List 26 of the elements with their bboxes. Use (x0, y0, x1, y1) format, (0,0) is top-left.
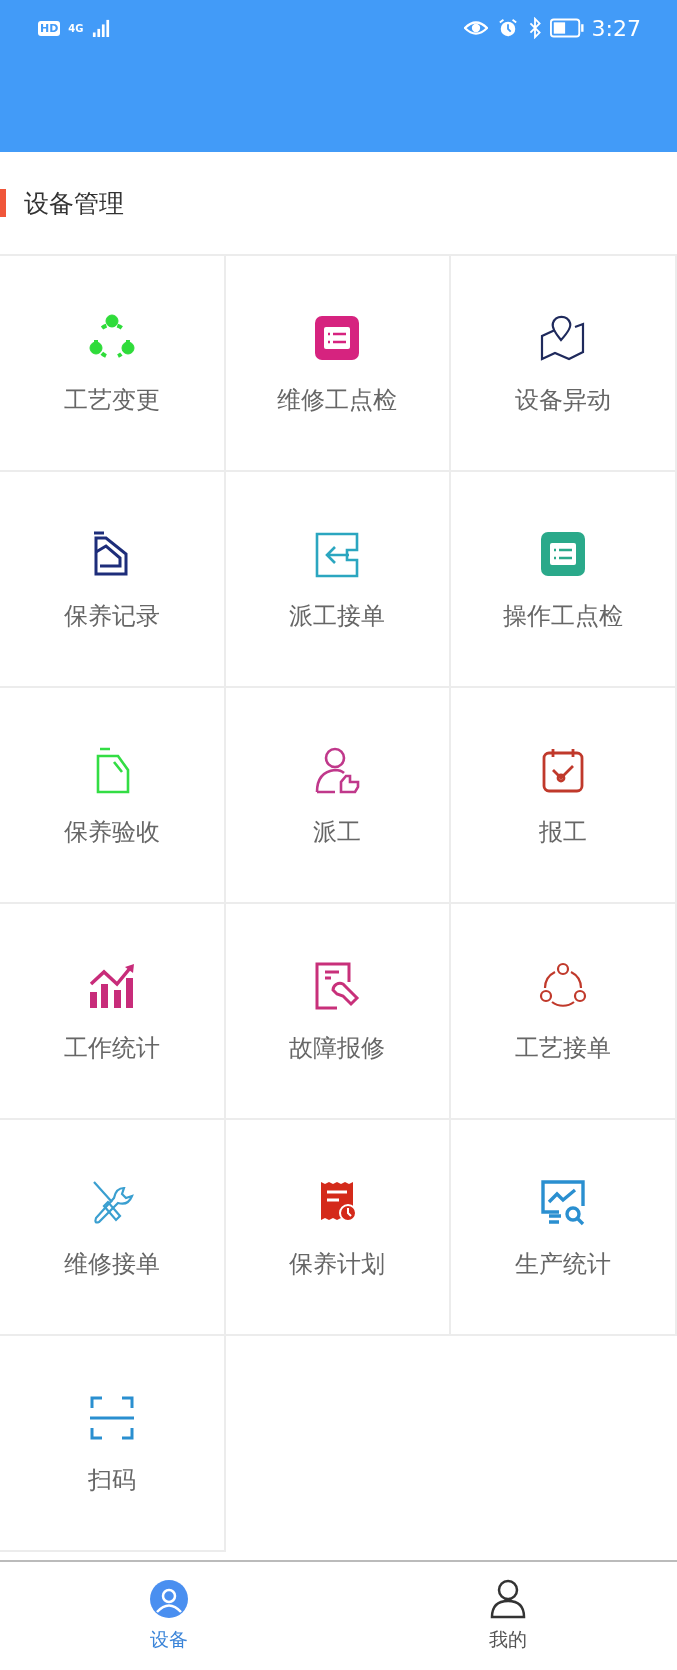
menu-tile[interactable]: 工作统计 (0, 904, 226, 1120)
battery-icon (549, 18, 584, 38)
signal-icon (91, 18, 110, 38)
menu-tile[interactable]: 生产统计 (451, 1120, 677, 1336)
eye-icon (463, 18, 488, 38)
bluetooth-icon (527, 17, 542, 39)
menu-tile[interactable]: 工艺接单 (451, 904, 677, 1120)
menu-tile[interactable]: 工艺变更 (0, 256, 226, 472)
menu-tile[interactable]: 维修接单 (0, 1120, 226, 1336)
menu-tile[interactable]: 设备异动 (451, 256, 677, 472)
accent-bar (0, 189, 6, 217)
network-type: 4G (68, 22, 84, 34)
clock-time: 3:27 (591, 15, 641, 41)
menu-tile[interactable]: 保养验收 (0, 688, 226, 904)
menu-tile[interactable]: 操作工点检 (451, 472, 677, 688)
menu-tile[interactable]: 报工 (451, 688, 677, 904)
menu-tile[interactable]: 故障报修 (225, 904, 452, 1120)
menu-tile[interactable]: 维修工点检 (225, 256, 452, 472)
menu-tile[interactable]: 派工接单 (225, 472, 452, 688)
menu-tile[interactable]: 保养记录 (0, 472, 226, 688)
menu-tile[interactable]: 扫码 (0, 1336, 226, 1552)
section-title: 设备管理 (24, 187, 124, 220)
hd-badge: HD (38, 20, 61, 36)
user-icon (149, 1579, 190, 1619)
menu-tile[interactable]: 派工 (225, 688, 452, 904)
menu-tile[interactable]: 保养计划 (225, 1120, 452, 1336)
